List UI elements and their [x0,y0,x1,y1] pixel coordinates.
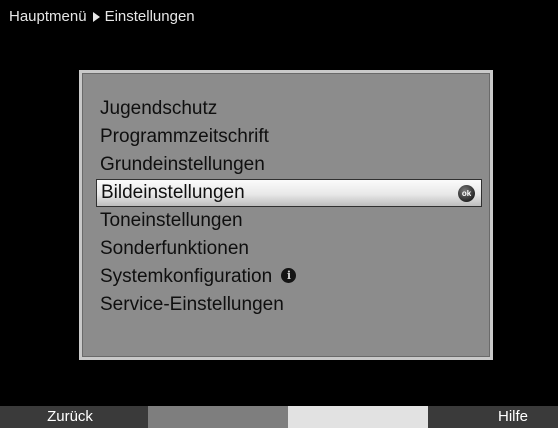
menu-item-label: Programmzeitschrift [100,126,269,147]
breadcrumb-current: Einstellungen [104,8,195,25]
settings-menu-list: Jugendschutz Programmzeitschrift Grundei… [96,95,482,319]
menu-item-label: Jugendschutz [100,98,218,119]
menu-item-toneinstellungen[interactable]: Toneinstellungen [96,207,482,235]
menu-item-bildeinstellungen[interactable]: Bildeinstellungen ok [96,179,482,207]
tv-screen: Hauptmenü Einstellungen Jugendschutz Pro… [0,0,558,428]
menu-item-label: Sonderfunktionen [100,238,249,259]
breadcrumb-root[interactable]: Hauptmenü [9,8,87,26]
menu-item-jugendschutz[interactable]: Jugendschutz [96,95,482,123]
yellow-key-button[interactable] [288,406,428,428]
menu-item-service-einstellungen[interactable]: Service-Einstellungen [96,291,482,319]
blue-key-help-button[interactable]: Hilfe [428,406,558,428]
ok-button-icon: ok [458,185,475,202]
green-key-button[interactable] [148,406,288,428]
menu-item-systemkonfiguration[interactable]: Systemkonfiguration i [96,263,482,291]
menu-item-label: Bildeinstellungen [101,182,245,203]
settings-menu-panel: Jugendschutz Programmzeitschrift Grundei… [79,70,493,360]
red-key-back-button[interactable]: Zurück [0,406,148,428]
menu-item-label: Service-Einstellungen [100,294,284,315]
info-icon: i [281,267,297,283]
menu-item-label: Systemkonfiguration [100,266,273,287]
menu-item-label: Grundeinstellungen [100,154,265,175]
menu-item-programmzeitschrift[interactable]: Programmzeitschrift [96,123,482,151]
breadcrumb: Hauptmenü Einstellungen [9,8,195,26]
menu-item-sonderfunktionen[interactable]: Sonderfunktionen [96,235,482,263]
menu-item-label: Toneinstellungen [100,210,243,231]
menu-item-grundeinstellungen[interactable]: Grundeinstellungen [96,151,482,179]
color-key-bar: Zurück Hilfe [0,406,558,428]
breadcrumb-arrow-icon [92,12,100,22]
